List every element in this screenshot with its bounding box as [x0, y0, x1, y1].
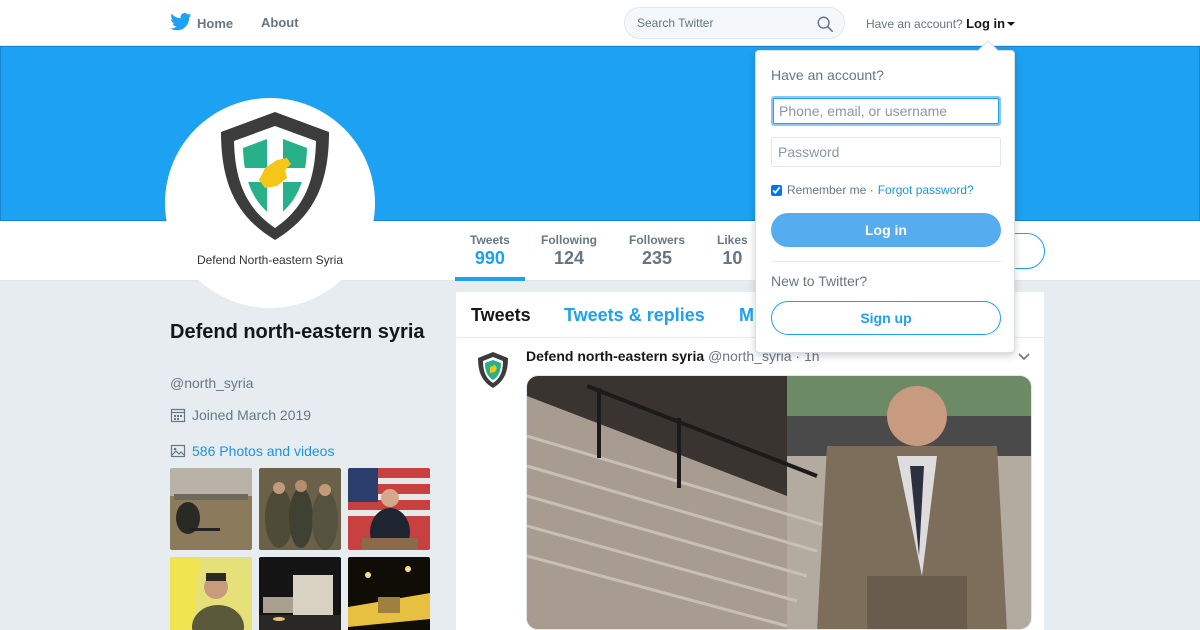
tweet-avatar[interactable] — [474, 350, 512, 392]
remember-me-label[interactable]: Remember me · — [787, 183, 874, 197]
photos-videos-link[interactable]: 586 Photos and videos — [170, 443, 334, 459]
stat-label: Tweets — [470, 233, 510, 247]
tweet-media-image[interactable] — [526, 375, 1032, 630]
remember-me-row: Remember me · Forgot password? — [771, 183, 974, 197]
joined-text: Joined March 2019 — [192, 407, 312, 423]
username-input[interactable] — [771, 96, 1001, 126]
shield-logo-icon — [221, 112, 329, 240]
image-icon — [170, 444, 186, 458]
stat-likes[interactable]: Likes 10 — [717, 233, 748, 269]
nav-home-link[interactable]: Home — [170, 13, 234, 31]
remember-me-checkbox[interactable] — [771, 184, 782, 196]
tab-tweets-and-replies[interactable]: Tweets & replies — [564, 305, 705, 326]
profile-avatar[interactable]: Defend North-eastern Syria — [165, 98, 375, 308]
caret-down-icon — [1007, 22, 1016, 26]
photo-thumbnail[interactable] — [170, 468, 252, 550]
nav-home-label: Home — [197, 15, 234, 31]
tweet-author-name[interactable]: Defend north-eastern syria — [526, 348, 704, 364]
search-box[interactable]: Search Twitter — [624, 7, 845, 39]
password-input[interactable] — [771, 137, 1001, 167]
search-placeholder: Search Twitter — [637, 16, 714, 30]
stat-value: 990 — [474, 248, 505, 268]
dropdown-title: Have an account? — [771, 67, 884, 83]
top-navigation-bar: Home About Search Twitter Have an accoun… — [0, 0, 1200, 46]
signup-button[interactable]: Sign up — [771, 301, 1001, 335]
stat-followers[interactable]: Followers 235 — [629, 233, 685, 269]
stat-value: 124 — [553, 248, 585, 268]
new-to-twitter-text: New to Twitter? — [771, 273, 868, 289]
login-link[interactable]: Log in — [966, 16, 1005, 31]
photo-thumbnail[interactable] — [170, 557, 252, 630]
stat-label: Following — [541, 233, 597, 247]
stat-label: Likes — [717, 233, 748, 247]
login-button[interactable]: Log in — [771, 213, 1001, 247]
stat-following[interactable]: Following 124 — [541, 233, 597, 269]
stat-value: 235 — [641, 248, 673, 268]
stat-label: Followers — [629, 233, 686, 247]
divider — [771, 261, 1001, 262]
stat-tweets[interactable]: Tweets 990 — [455, 233, 525, 281]
photos-text: 586 Photos and videos — [192, 443, 335, 459]
photo-thumbnail[interactable] — [259, 557, 341, 630]
avatar-caption: Defend North-eastern Syria — [196, 253, 344, 267]
have-account-text: Have an account? — [866, 17, 963, 31]
search-icon[interactable] — [816, 15, 834, 33]
twitter-bird-icon — [170, 13, 192, 31]
login-toggle[interactable]: Have an account? Log in — [866, 16, 1016, 31]
login-dropdown: Have an account? Remember me · Forgot pa… — [755, 40, 1015, 353]
forgot-password-link[interactable]: Forgot password? — [878, 183, 974, 197]
chevron-down-icon[interactable] — [1018, 350, 1030, 362]
profile-joined: Joined March 2019 — [170, 407, 311, 423]
nav-about-link[interactable]: About — [261, 15, 299, 30]
stat-value: 10 — [722, 248, 743, 268]
tab-tweets[interactable]: Tweets — [471, 305, 531, 326]
photo-thumbnail[interactable] — [259, 468, 341, 550]
photo-thumbnail[interactable] — [348, 557, 430, 630]
photo-thumbnail[interactable] — [348, 468, 430, 550]
profile-handle[interactable]: @north_syria — [170, 375, 253, 391]
calendar-icon — [170, 408, 186, 423]
tab-media[interactable]: M — [739, 305, 754, 326]
profile-name[interactable]: Defend north-eastern syria — [170, 318, 430, 346]
